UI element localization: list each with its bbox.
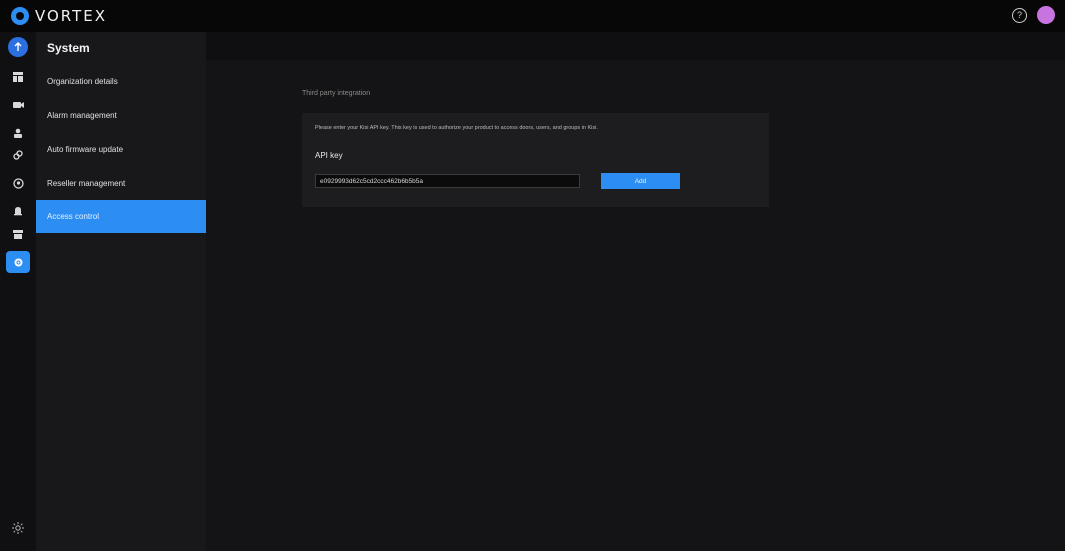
logo-text: VORTEX xyxy=(35,7,108,25)
person-icon[interactable] xyxy=(6,122,30,144)
archive-icon[interactable] xyxy=(6,223,30,245)
link-icon[interactable] xyxy=(6,144,30,166)
subnav-item-organization-details[interactable]: Organization details xyxy=(36,65,206,98)
logo-mark-icon xyxy=(11,7,29,25)
integration-card: Please enter your Kisi API key. This key… xyxy=(302,113,769,207)
icon-rail xyxy=(0,32,36,551)
avatar[interactable] xyxy=(1037,6,1055,24)
settings-icon[interactable] xyxy=(6,251,30,273)
add-button[interactable]: Add xyxy=(601,173,680,189)
bell-icon[interactable] xyxy=(6,200,30,222)
location-icon[interactable] xyxy=(6,172,30,194)
sun-icon[interactable] xyxy=(12,522,24,537)
subnav-item-reseller-management[interactable]: Reseller management xyxy=(36,167,206,200)
video-icon[interactable] xyxy=(6,94,30,116)
section-title: Third party integration xyxy=(302,90,371,97)
api-key-input[interactable] xyxy=(315,174,580,188)
upload-icon[interactable] xyxy=(8,37,28,57)
help-icon[interactable]: ? xyxy=(1012,7,1027,23)
logo[interactable]: VORTEX xyxy=(11,7,107,25)
top-bar: VORTEX ? xyxy=(0,0,1065,32)
subnav-item-access-control[interactable]: Access control xyxy=(36,200,206,233)
settings-subnav: System Organization details Alarm manage… xyxy=(36,32,206,551)
dashboard-icon[interactable] xyxy=(6,66,30,88)
subnav-item-alarm-management[interactable]: Alarm management xyxy=(36,99,206,132)
api-key-label: API key xyxy=(315,151,343,160)
subnav-item-auto-firmware-update[interactable]: Auto firmware update xyxy=(36,133,206,166)
main-content: Third party integration Please enter you… xyxy=(206,60,1065,551)
subnav-title: System xyxy=(47,41,90,55)
integration-description: Please enter your Kisi API key. This key… xyxy=(315,125,598,131)
